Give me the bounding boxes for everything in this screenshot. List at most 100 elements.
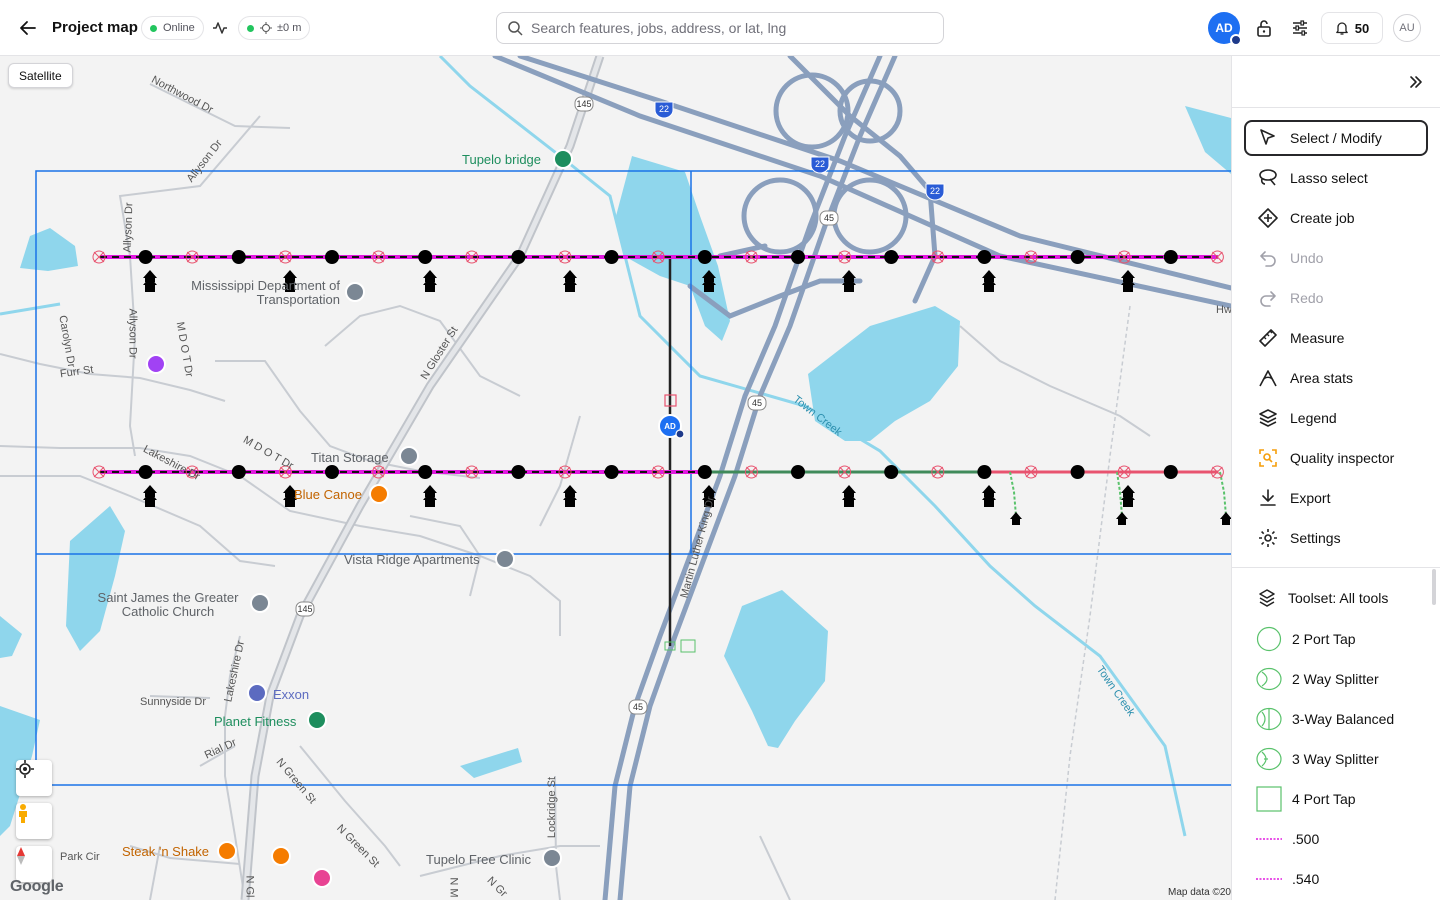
drop-house[interactable]	[842, 485, 856, 507]
notifications-button[interactable]: 50	[1321, 12, 1383, 44]
toolset-item-540-cable[interactable]: .540	[1256, 865, 1436, 893]
cable-node[interactable]	[1163, 465, 1178, 479]
cable-node[interactable]	[791, 250, 805, 264]
map-canvas[interactable]: 145 22 22 22 45 45 145 45 AD Northwood D…	[0, 56, 1231, 900]
sliders-icon	[1293, 20, 1307, 36]
activity-button[interactable]	[208, 16, 232, 40]
status-dot	[150, 24, 157, 32]
drop-house[interactable]	[423, 270, 437, 292]
gear-icon	[1259, 529, 1277, 547]
poi-titan-storage[interactable]: Titan Storage	[311, 451, 389, 464]
tool-create-job[interactable]: Create job	[1244, 200, 1428, 236]
unlock-button[interactable]	[1252, 16, 1276, 40]
collapse-panel-button[interactable]	[1404, 70, 1428, 94]
toolset-header[interactable]: Toolset: All tools	[1256, 584, 1436, 612]
toolset-item-3-way-balanced[interactable]: 3-Way Balanced	[1256, 705, 1436, 733]
compass-button[interactable]	[16, 846, 52, 882]
street-view-button[interactable]	[16, 803, 52, 839]
locate-me-button[interactable]	[16, 760, 52, 796]
poi-tupelo-clinic[interactable]: Tupelo Free Clinic	[426, 853, 531, 866]
drop-house[interactable]	[143, 485, 157, 507]
drop-house[interactable]	[1220, 512, 1231, 525]
toolset-item-3-way-splitter[interactable]: 3 Way Splitter	[1256, 745, 1436, 773]
poi-blue-canoe[interactable]: Blue Canoe	[294, 488, 362, 501]
cable-node[interactable]	[138, 465, 153, 479]
cable-node[interactable]	[511, 250, 526, 264]
gps-accuracy-badge[interactable]: ±0 m	[238, 16, 311, 40]
toolset-item-2-port-tap[interactable]: 2 Port Tap	[1256, 625, 1436, 653]
road-park-cir: Park Cir	[60, 851, 100, 863]
cable-node[interactable]	[325, 465, 339, 479]
status-label: Online	[163, 22, 195, 34]
drop-house[interactable]	[1010, 512, 1022, 525]
drop-house[interactable]	[563, 270, 577, 292]
drop-house[interactable]	[1121, 485, 1135, 507]
toolset-item-500-cable[interactable]: .500	[1256, 825, 1436, 853]
toolset-item-2-way-splitter[interactable]: 2 Way Splitter	[1256, 665, 1436, 693]
tool-quality-inspector[interactable]: Quality inspector	[1244, 440, 1428, 476]
tool-legend[interactable]: Legend	[1244, 400, 1428, 436]
map-base-layer: 145 22 22 22 45 45 145 45 AD	[0, 56, 1231, 900]
tool-redo-label: Redo	[1290, 290, 1324, 306]
map-attribution[interactable]: Map data ©20	[1168, 887, 1231, 898]
cable-node[interactable]	[977, 250, 992, 264]
cable-node[interactable]	[697, 465, 712, 479]
tool-undo[interactable]: Undo	[1244, 240, 1428, 276]
poi-saint-james[interactable]: Saint James the Greater Catholic Church	[90, 591, 246, 619]
cable-node[interactable]	[1070, 250, 1085, 264]
cable-node[interactable]	[138, 250, 153, 264]
satellite-toggle[interactable]: Satellite	[8, 63, 73, 88]
redo-icon	[1260, 291, 1276, 307]
cable-node[interactable]	[604, 250, 619, 264]
search-bar[interactable]	[496, 12, 944, 44]
back-button[interactable]	[16, 16, 40, 40]
online-status-badge: Online	[141, 16, 204, 40]
search-input[interactable]	[531, 20, 931, 36]
cable-node[interactable]	[1070, 465, 1085, 479]
tool-settings[interactable]: Settings	[1244, 520, 1428, 556]
cable-node[interactable]	[231, 250, 246, 264]
toolset-item-4-port-tap[interactable]: 4 Port Tap	[1256, 785, 1436, 813]
cable-node[interactable]	[418, 250, 433, 264]
poi-planet-fitness[interactable]: Planet Fitness	[214, 715, 296, 728]
tool-export[interactable]: Export	[1244, 480, 1428, 516]
cable-node[interactable]	[791, 465, 805, 479]
road-lockridge: Lockridge St	[546, 776, 559, 839]
toolset-item-label: 2 Way Splitter	[1292, 671, 1379, 687]
filters-button[interactable]	[1288, 16, 1312, 40]
cable-node[interactable]	[325, 250, 339, 264]
poi-tupelo-bridge[interactable]: Tupelo bridge	[462, 153, 541, 166]
poi-mdot[interactable]: Mississippi Department of Transportation	[190, 279, 340, 307]
drop-house[interactable]	[842, 270, 856, 292]
arrow-left-icon	[20, 21, 36, 35]
tool-lasso-select[interactable]: Lasso select	[1244, 160, 1428, 196]
poi-exxon[interactable]: Exxon	[273, 688, 309, 701]
tool-measure[interactable]: Measure	[1244, 320, 1428, 356]
drop-house[interactable]	[1116, 512, 1128, 525]
unlock-icon	[1257, 20, 1271, 37]
cable-node[interactable]	[697, 250, 712, 264]
tool-area-stats[interactable]: Area stats	[1244, 360, 1428, 396]
cable-node[interactable]	[604, 465, 619, 479]
drop-house[interactable]	[982, 270, 996, 292]
poi-steak-n-shake[interactable]: Steak 'n Shake	[122, 845, 209, 858]
drop-house[interactable]	[143, 270, 157, 292]
poi-vista-ridge[interactable]: Vista Ridge Apartments	[344, 553, 480, 566]
drop-house[interactable]	[423, 485, 437, 507]
cable-node[interactable]	[977, 465, 992, 479]
cable-node[interactable]	[418, 465, 433, 479]
drop-house[interactable]	[563, 485, 577, 507]
cable-node[interactable]	[884, 250, 899, 264]
cable-node[interactable]	[231, 465, 246, 479]
tool-redo[interactable]: Redo	[1244, 280, 1428, 316]
cable-node[interactable]	[1163, 250, 1178, 264]
tool-select-modify[interactable]: Select / Modify	[1244, 120, 1428, 156]
cable-node[interactable]	[511, 465, 526, 479]
drop-house[interactable]	[1121, 270, 1135, 292]
drop-house[interactable]	[982, 485, 996, 507]
square-tap-icon	[1256, 786, 1282, 812]
tools-panel: Select / Modify Lasso select Create job …	[1231, 56, 1440, 900]
user-avatar[interactable]: AD	[1208, 12, 1242, 46]
secondary-avatar[interactable]: AU	[1393, 14, 1421, 42]
cable-node[interactable]	[884, 465, 899, 479]
